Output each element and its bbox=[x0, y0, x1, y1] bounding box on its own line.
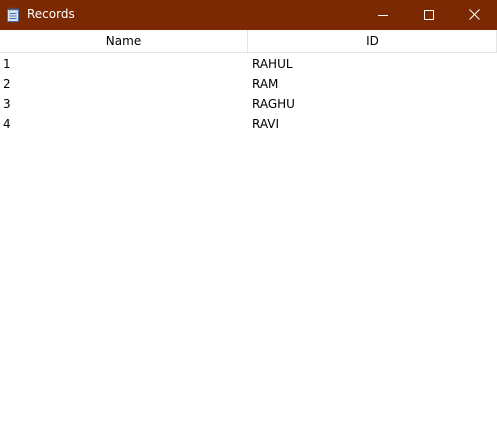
minimize-button[interactable] bbox=[360, 0, 406, 28]
name-cell: 3 bbox=[3, 97, 11, 111]
table-body: 1 RAHUL 2 RAM 3 RAGHU 4 RAVI bbox=[0, 54, 497, 134]
name-cell: 2 bbox=[3, 77, 11, 91]
id-cell: RAGHU bbox=[252, 97, 295, 111]
table-row[interactable]: 4 RAVI bbox=[0, 114, 497, 134]
notepad-icon[interactable] bbox=[7, 7, 19, 22]
table-row[interactable]: 3 RAGHU bbox=[0, 94, 497, 114]
id-cell: RAM bbox=[252, 77, 279, 91]
records-window: Records Name ID 1 RAHUL 2 RAM 3 RAGHU 4 … bbox=[0, 0, 497, 424]
id-cell: RAHUL bbox=[252, 57, 293, 71]
table-header: Name ID bbox=[0, 30, 497, 53]
column-header-name[interactable]: Name bbox=[0, 30, 247, 52]
name-cell: 1 bbox=[3, 57, 11, 71]
close-button[interactable] bbox=[451, 0, 497, 28]
window-title: Records bbox=[27, 7, 75, 21]
table-row[interactable]: 2 RAM bbox=[0, 74, 497, 94]
table-row[interactable]: 1 RAHUL bbox=[0, 54, 497, 74]
title-bar[interactable]: Records bbox=[0, 0, 497, 30]
maximize-icon bbox=[424, 5, 434, 24]
column-header-id[interactable]: ID bbox=[248, 30, 497, 52]
close-icon bbox=[468, 5, 480, 24]
maximize-button[interactable] bbox=[406, 0, 452, 28]
id-cell: RAVI bbox=[252, 117, 280, 131]
name-cell: 4 bbox=[3, 117, 11, 131]
minimize-icon bbox=[378, 5, 388, 24]
